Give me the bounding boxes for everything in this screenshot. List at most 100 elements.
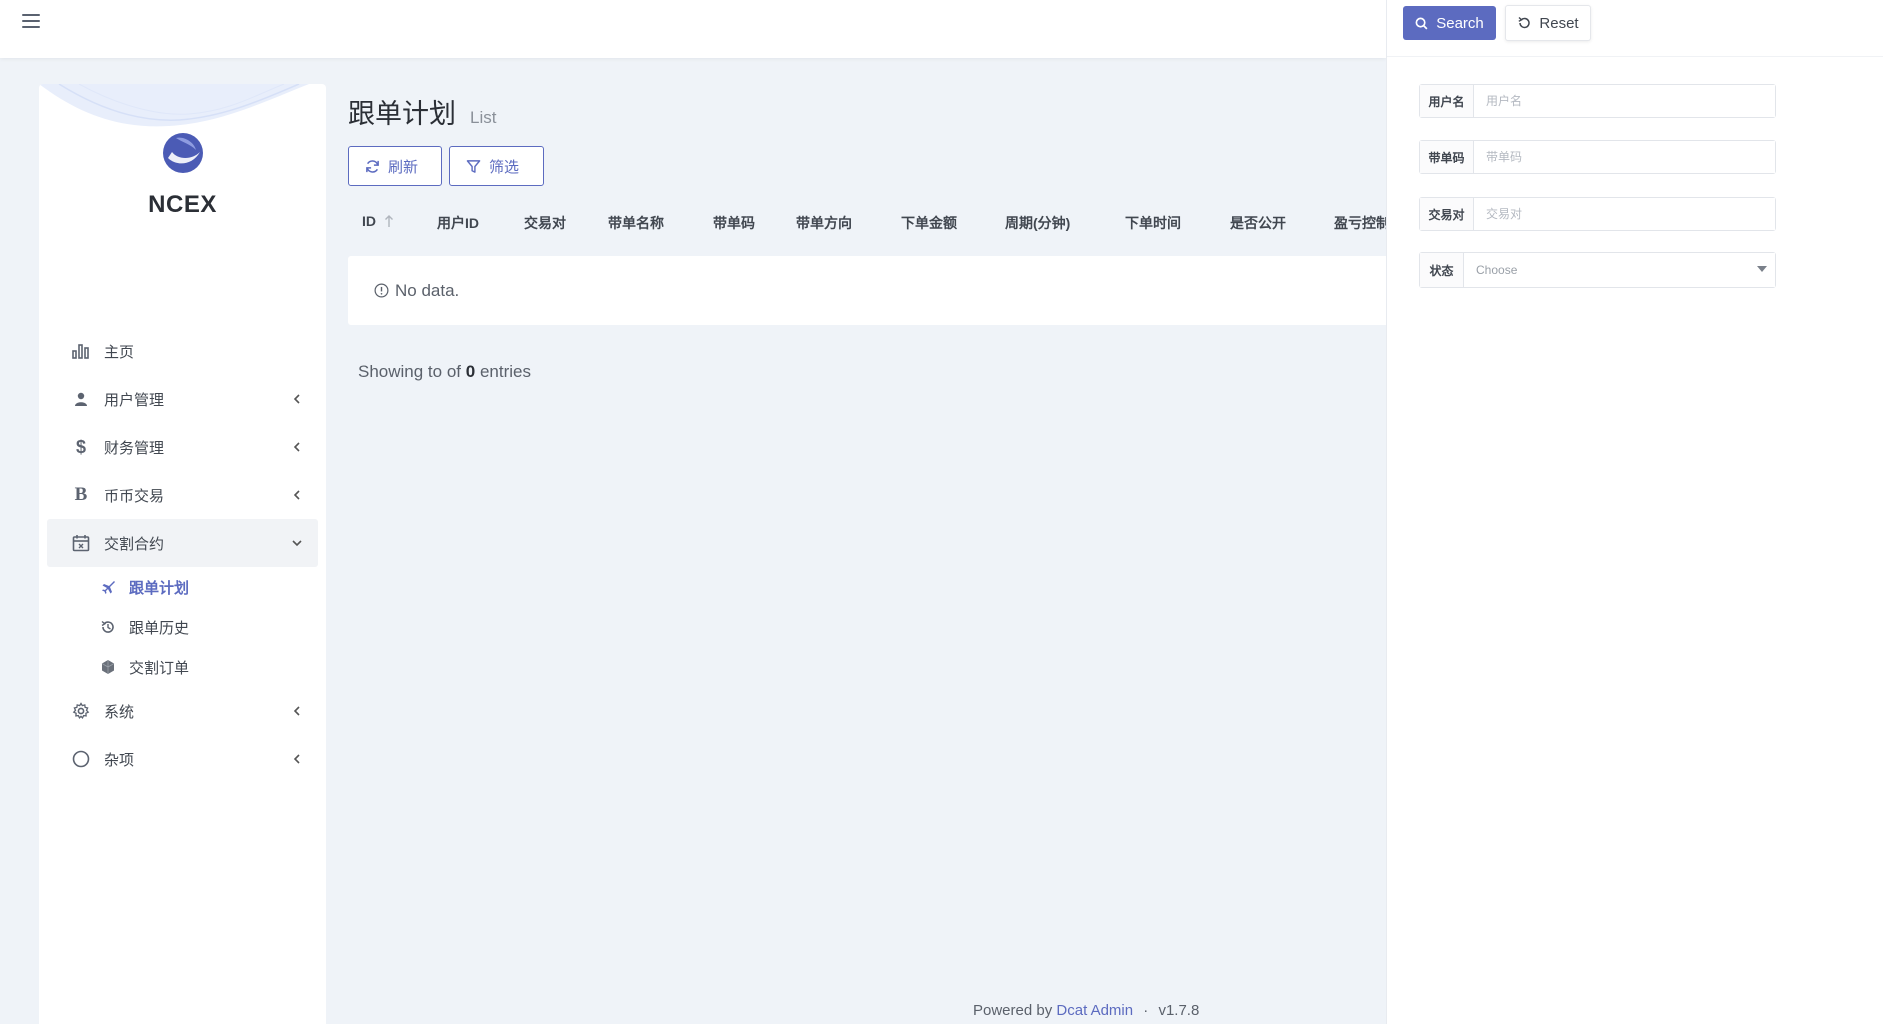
dollar-icon: $: [75, 436, 86, 457]
column-header-id[interactable]: ID: [362, 213, 394, 229]
sidebar-subitem-label: 交割订单: [129, 659, 190, 677]
sidebar-subitem-label: 跟单历史: [129, 619, 190, 637]
filter-panel-toolbar: Search Reset: [1387, 0, 1883, 57]
sidebar-item-home[interactable]: 主页: [47, 327, 318, 375]
column-header-pnl-control[interactable]: 盈亏控制: [1334, 213, 1386, 233]
refresh-button[interactable]: 刷新: [348, 146, 442, 186]
sidebar-item-finance[interactable]: $ 财务管理: [47, 423, 318, 471]
top-navbar: [0, 0, 1386, 58]
filter-label: 筛选: [489, 158, 520, 176]
chevron-down-icon: [292, 540, 302, 547]
status-select-value: Choose: [1476, 263, 1518, 277]
sidebar-item-label: 系统: [104, 703, 135, 721]
reset-button[interactable]: Reset: [1505, 5, 1591, 41]
page-subtitle: List: [470, 108, 497, 127]
sidebar-item-delivery-contract[interactable]: 交割合约: [47, 519, 318, 567]
filter-label-pair: 交易对: [1420, 198, 1474, 230]
sidebar-item-label: 主页: [104, 343, 135, 361]
lead-code-input[interactable]: [1474, 141, 1775, 173]
column-header-order-time[interactable]: 下单时间: [1125, 213, 1181, 233]
empty-text: No data.: [395, 280, 460, 300]
filter-field-pair: 交易对: [1419, 197, 1776, 231]
footer: Powered by Dcat Admin · v1.7.8: [973, 1002, 1199, 1019]
caret-down-icon: [1757, 266, 1767, 272]
chevron-left-icon: [293, 490, 300, 500]
column-header-lead-code[interactable]: 带单码: [713, 213, 755, 233]
reset-label: Reset: [1539, 14, 1579, 32]
filter-icon: [466, 159, 481, 173]
username-input[interactable]: [1474, 85, 1775, 117]
column-header-lead-name[interactable]: 带单名称: [608, 213, 664, 233]
circle-icon: [70, 749, 92, 769]
search-button[interactable]: Search: [1403, 6, 1496, 40]
sidebar-item-system[interactable]: 系统: [47, 687, 318, 735]
footer-link[interactable]: Dcat Admin: [1056, 1002, 1133, 1019]
calendar-icon: [70, 533, 92, 553]
sidebar-item-label: 交割合约: [104, 535, 165, 553]
chevron-left-icon: [293, 706, 300, 716]
filter-field-status: 状态 Choose: [1419, 252, 1776, 288]
sidebar-item-spot-trading[interactable]: B 币币交易: [47, 471, 318, 519]
sort-arrow-icon[interactable]: [384, 214, 394, 228]
info-circle-icon: [374, 283, 389, 298]
entries-suffix: entries: [479, 362, 531, 381]
chevron-left-icon: [293, 394, 300, 404]
main-content: 跟单计划 List 刷新 筛选 ID 用户ID 交易对 带单名称 带单码 带单方…: [348, 84, 1386, 1024]
sidebar: NCEX 主页 用户管理 $ 财务管理 B 币币交易 交割合约 跟单计划 跟单历…: [39, 84, 326, 1024]
history-icon: [99, 618, 117, 636]
sidebar-subitem-copy-plan[interactable]: 跟单计划: [39, 567, 326, 607]
column-header-is-public[interactable]: 是否公开: [1230, 213, 1286, 233]
table-header: ID 用户ID 交易对 带单名称 带单码 带单方向 下单金额 周期(分钟) 下单…: [348, 196, 1386, 246]
filter-field-lead-code: 带单码: [1419, 140, 1776, 174]
table-empty-row: No data.: [348, 256, 1386, 325]
refresh-label: 刷新: [388, 158, 419, 176]
chevron-left-icon: [293, 754, 300, 764]
sidebar-item-misc[interactable]: 杂项: [47, 735, 318, 783]
footer-version: v1.7.8: [1158, 1002, 1200, 1019]
column-header-user-id[interactable]: 用户ID: [437, 213, 479, 233]
gear-icon: [70, 701, 92, 721]
sidebar-item-user-management[interactable]: 用户管理: [47, 375, 318, 423]
entries-info: Showing to of 0 entries: [358, 362, 531, 382]
filter-label-username: 用户名: [1420, 85, 1474, 117]
sidebar-item-label: 财务管理: [104, 439, 165, 457]
bitcoin-icon: B: [74, 484, 88, 505]
users-icon: [70, 389, 92, 409]
column-header-pair[interactable]: 交易对: [524, 213, 566, 233]
page-title: 跟单计划 List: [348, 92, 496, 131]
filter-panel: Search Reset 用户名 带单码 交易对 状态 Choose: [1386, 0, 1883, 1024]
brand-name: NCEX: [148, 191, 217, 218]
search-icon: [1415, 17, 1428, 29]
entries-prefix: Showing to of: [358, 362, 462, 381]
filter-label-lead-code: 带单码: [1420, 141, 1474, 173]
sidebar-subitem-delivery-orders[interactable]: 交割订单: [39, 647, 326, 687]
hamburger-menu-icon[interactable]: [22, 14, 40, 30]
search-label: Search: [1436, 14, 1484, 32]
filter-label-status: 状态: [1420, 253, 1464, 287]
sidebar-menu: 主页 用户管理 $ 财务管理 B 币币交易 交割合约 跟单计划 跟单历史 交割订…: [39, 327, 326, 783]
sidebar-item-label: 用户管理: [104, 391, 165, 409]
plane-icon: [99, 578, 117, 596]
sidebar-item-label: 币币交易: [104, 487, 165, 505]
refresh-icon: [366, 159, 379, 173]
chevron-left-icon: [293, 442, 300, 452]
sidebar-subitem-copy-history[interactable]: 跟单历史: [39, 607, 326, 647]
column-header-period[interactable]: 周期(分钟): [1005, 213, 1070, 233]
footer-separator: ·: [1143, 1002, 1149, 1019]
pair-input[interactable]: [1474, 198, 1775, 230]
bar-chart-icon: [70, 341, 92, 361]
footer-prefix: Powered by: [973, 1002, 1053, 1019]
filter-button[interactable]: 筛选: [449, 146, 544, 186]
column-label: ID: [362, 213, 376, 229]
brand: NCEX: [39, 132, 326, 219]
column-header-order-amount[interactable]: 下单金额: [901, 213, 957, 233]
brand-logo-icon[interactable]: [162, 132, 204, 174]
sidebar-subitem-label: 跟单计划: [129, 579, 190, 597]
entries-count: 0: [465, 362, 476, 381]
sidebar-item-label: 杂项: [104, 751, 135, 769]
page-title-text: 跟单计划: [348, 99, 456, 129]
undo-icon: [1518, 16, 1531, 29]
column-header-lead-direction[interactable]: 带单方向: [796, 213, 852, 233]
status-select[interactable]: Choose: [1464, 253, 1775, 287]
filter-field-username: 用户名: [1419, 84, 1776, 118]
